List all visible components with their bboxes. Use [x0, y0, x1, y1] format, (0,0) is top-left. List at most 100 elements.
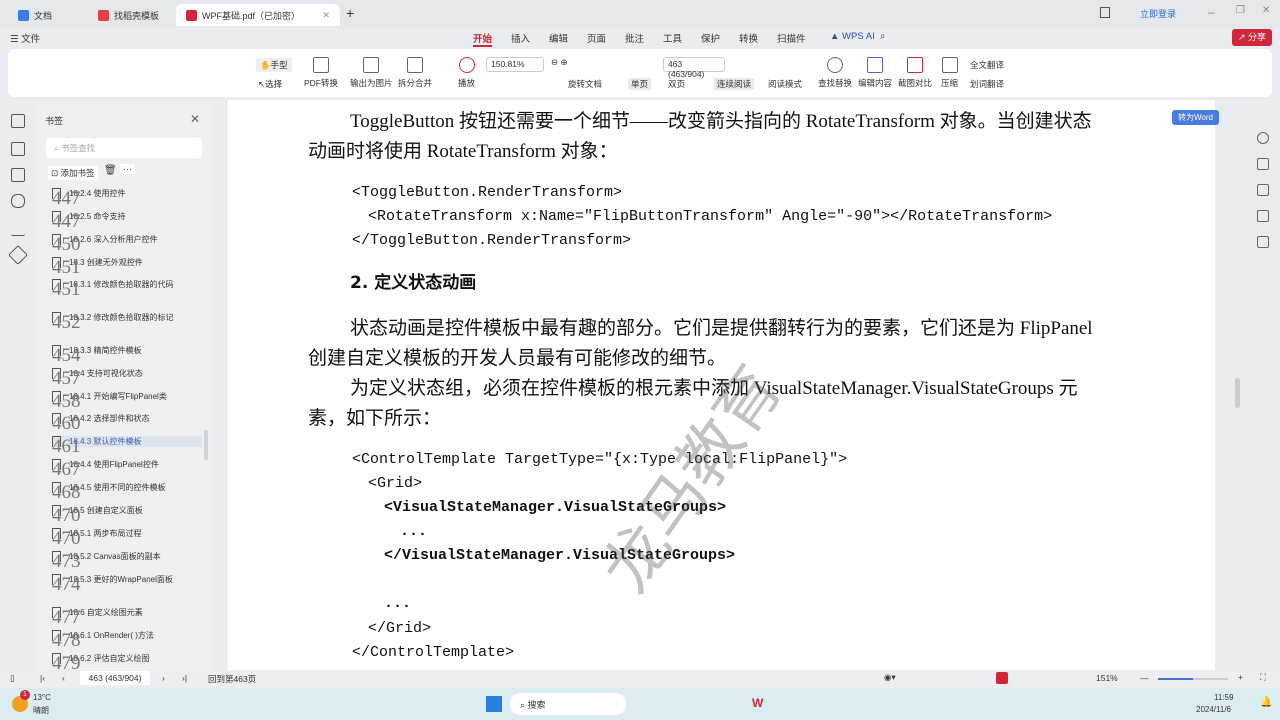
sidebar-toggle-icon[interactable]: ▯ [10, 673, 15, 684]
bookmark-item[interactable]: 18.3.2 修改颜色拾取器的标记 452 [52, 312, 202, 333]
tool-icon[interactable] [1257, 158, 1269, 170]
continuous-read-button[interactable]: 连续阅读 [714, 78, 755, 90]
page-number-input[interactable]: 463 (463/904) [80, 671, 150, 685]
bookmark-item[interactable]: 18.2.5 命令支持 447 [52, 211, 202, 232]
add-bookmark-button[interactable]: ⊡ 添加书签 [48, 166, 98, 180]
minimize-icon[interactable]: – [1208, 5, 1215, 19]
settings-icon[interactable] [1257, 184, 1269, 196]
zoom-slider[interactable] [1158, 678, 1228, 680]
read-mode-button[interactable]: 阅读模式 [768, 78, 802, 90]
menu-edit[interactable]: 编辑 [549, 31, 568, 45]
menu-tools[interactable]: 工具 [663, 31, 682, 45]
bell-icon[interactable]: 🔔 [1260, 697, 1272, 708]
compress-button[interactable]: 压缩 [941, 57, 958, 89]
bookmark-item[interactable]: 18.6.2 评估自定义绘图 479 [52, 653, 202, 674]
share-button[interactable]: ↗ 分享 [1232, 29, 1273, 46]
menu-convert[interactable]: 转换 [739, 31, 758, 45]
windows-start-icon[interactable] [486, 696, 502, 712]
zoom-out-icon[interactable]: — [1140, 673, 1149, 683]
zoom-out-icon[interactable]: ⊖ ⊕ [551, 57, 568, 68]
tab-templates[interactable]: 找稻壳模板 [88, 4, 169, 26]
translate-icon[interactable] [1257, 210, 1269, 222]
bookmark-search-input[interactable]: ⌕ 书签查找 [46, 138, 202, 158]
delete-icon[interactable]: 🗑 [104, 165, 117, 176]
menu-comment[interactable]: 批注 [625, 31, 644, 45]
sidebar-scrollbar[interactable] [204, 430, 208, 460]
search-icon[interactable]: ⌕ [880, 31, 885, 42]
close-window-icon[interactable]: ✕ [1262, 5, 1270, 16]
play-icon[interactable] [996, 672, 1008, 684]
thumbnail-icon[interactable] [11, 142, 25, 156]
first-page-icon[interactable]: |‹ [40, 673, 45, 683]
more-button[interactable]: ··· [120, 164, 135, 174]
bookmark-item[interactable]: 18.2.4 使用控件 447 [52, 188, 202, 209]
hand-tool[interactable]: ✋手型 [256, 58, 292, 72]
split-merge-button[interactable]: 拆分合并 [398, 57, 432, 89]
bookmark-item[interactable]: 18.3.1 修改颜色拾取器的代码 451 [52, 279, 202, 300]
wps-icon[interactable]: W [752, 696, 763, 710]
full-translate-button[interactable]: 全文翻译 [970, 59, 1004, 71]
clock-date[interactable]: 2024/11/6 [1196, 705, 1231, 714]
menu-insert[interactable]: 插入 [511, 31, 530, 45]
bookmark-icon[interactable] [11, 114, 25, 128]
rotate-doc-button[interactable]: 旋转文档 [568, 78, 602, 90]
menu-home[interactable]: 开始 [473, 31, 493, 47]
bookmark-item[interactable]: 18.6 自定义绘图元素 477 [52, 607, 202, 628]
new-tab-icon[interactable]: + [346, 5, 354, 21]
zoom-select[interactable]: 151% [1096, 673, 1118, 683]
bookmark-item[interactable]: 18.4.1 开始编写FlipPanel类 458 [52, 391, 202, 412]
wps-ai-button[interactable]: ▲ WPS AI [830, 31, 875, 42]
bookmark-item[interactable]: 18.3 创建无外观控件 451 [52, 257, 202, 278]
bookmark-item[interactable]: 18.2.6 深入分析用户控件 450 [52, 234, 202, 255]
next-page-icon[interactable]: › [162, 673, 165, 683]
convert-to-word-button[interactable]: 转为Word [1172, 110, 1219, 125]
window-icon[interactable] [1100, 7, 1110, 18]
taskbar-search[interactable]: ⌕ 搜索 [510, 693, 626, 715]
attachment-icon[interactable] [11, 194, 25, 208]
play-button[interactable]: 播放 [458, 57, 475, 89]
comment-icon[interactable] [11, 168, 25, 182]
bookmark-item[interactable]: 18.4.2 选择部件和状态 460 [52, 413, 202, 434]
bookmark-item[interactable]: 18.5.3 更好的WrapPanel面板 474 [52, 574, 202, 595]
menu-scan[interactable]: 扫描件 [777, 31, 806, 45]
bookmark-item[interactable]: 18.4.4 使用FlipPanel控件 467 [52, 459, 202, 480]
weather-text[interactable]: 晴朗 [33, 705, 49, 716]
close-icon[interactable]: ✕ [322, 10, 330, 21]
prev-page-icon[interactable]: ‹ [62, 673, 65, 683]
bookmark-item[interactable]: 18.3.3 精简控件模板 454 [52, 345, 202, 366]
zoom-in-icon[interactable]: + [1238, 672, 1243, 682]
menu-page[interactable]: 页面 [587, 31, 606, 45]
double-page-button[interactable]: 双页 [668, 78, 685, 90]
eye-icon[interactable]: ◉▾ [884, 672, 896, 683]
file-menu[interactable]: ☰ 文件 [10, 31, 40, 45]
word-translate-button[interactable]: 划词翻译 [970, 78, 1004, 90]
restore-icon[interactable]: ❐ [1236, 5, 1245, 16]
compare-button[interactable]: 截图对比 [898, 57, 932, 89]
share-icon[interactable] [1257, 236, 1269, 248]
tab-docs[interactable]: 文档 [8, 4, 62, 26]
login-link[interactable]: 立即登录 [1140, 7, 1176, 20]
fullscreen-icon[interactable]: ⛶ [1260, 672, 1266, 683]
bookmark-item[interactable]: 18.4.3 默认控件模板 461 [52, 436, 202, 457]
zoom-select[interactable]: 150.81% [486, 57, 544, 72]
bookmark-item[interactable]: 18.5.2 Canvas面板的副本 473 [52, 551, 202, 572]
last-page-icon[interactable]: ›| [182, 673, 187, 683]
layers-icon[interactable] [8, 245, 28, 265]
signature-icon[interactable] [11, 222, 25, 236]
temperature[interactable]: 13°C [33, 693, 51, 702]
bookmark-item[interactable]: 18.6.1 OnRender( )方法 478 [52, 630, 202, 651]
bookmark-item[interactable]: 18.5.1 两步布局过程 470 [52, 528, 202, 549]
bookmark-item[interactable]: 18.4 支持可视化状态 457 [52, 368, 202, 389]
search-icon[interactable] [1257, 132, 1269, 144]
close-panel-icon[interactable]: ✕ [190, 112, 200, 126]
tab-pdf[interactable]: WPF基础.pdf（已加密） ✕ [176, 4, 340, 26]
edit-content-button[interactable]: 编辑内容 [858, 57, 892, 89]
doc-scrollbar[interactable] [1235, 378, 1240, 408]
bookmark-item[interactable]: 18.4.5 使用不同的控件模板 468 [52, 482, 202, 503]
export-image-button[interactable]: 输出为图片 [350, 57, 393, 89]
bookmark-item[interactable]: 18.5 创建自定义面板 470 [52, 505, 202, 526]
menu-protect[interactable]: 保护 [701, 31, 720, 45]
back-to-page-link[interactable]: 回到第463页 [208, 673, 256, 685]
page-input[interactable]: 463 (463/904) [663, 57, 725, 79]
select-tool[interactable]: ↖选择 [258, 78, 282, 90]
